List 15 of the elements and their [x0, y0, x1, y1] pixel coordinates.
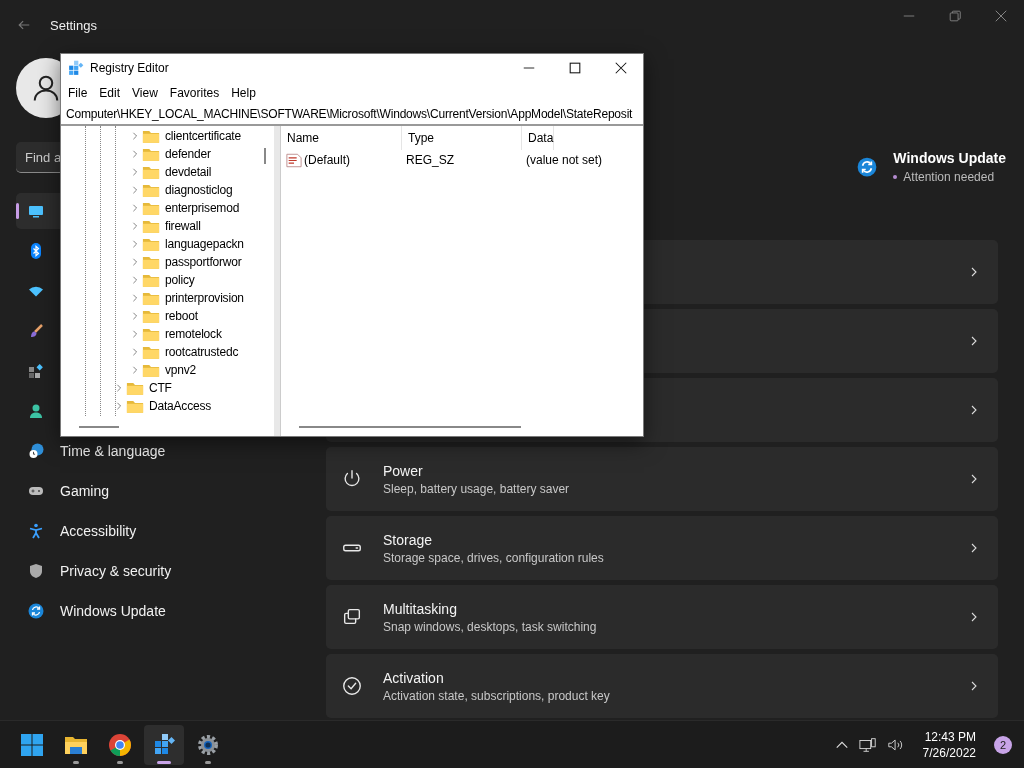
table-cell: (value not set): [526, 153, 603, 167]
card-title: Multitasking: [383, 600, 458, 617]
card-title: Activation: [383, 669, 445, 686]
table-cell: (Default): [304, 153, 350, 167]
table-cell-text: REG_SZ: [406, 153, 455, 167]
status-text: Attention needed: [903, 170, 995, 184]
card-title: Power: [383, 462, 424, 479]
window-title: Registry Editor: [90, 61, 169, 75]
card-subtitle: Sleep, battery usage, battery saver: [383, 481, 571, 496]
window-title: Settings: [50, 17, 97, 33]
card-subtitle: Activation state, subscriptions, product key: [383, 688, 611, 703]
status-title: Windows Update: [893, 150, 1006, 166]
card-title: Storage: [383, 531, 434, 548]
card-subtitle: Storage space, drives, configuration rules: [383, 550, 605, 565]
card-subtitle: Snap windows, desktops, task switching: [383, 619, 598, 634]
